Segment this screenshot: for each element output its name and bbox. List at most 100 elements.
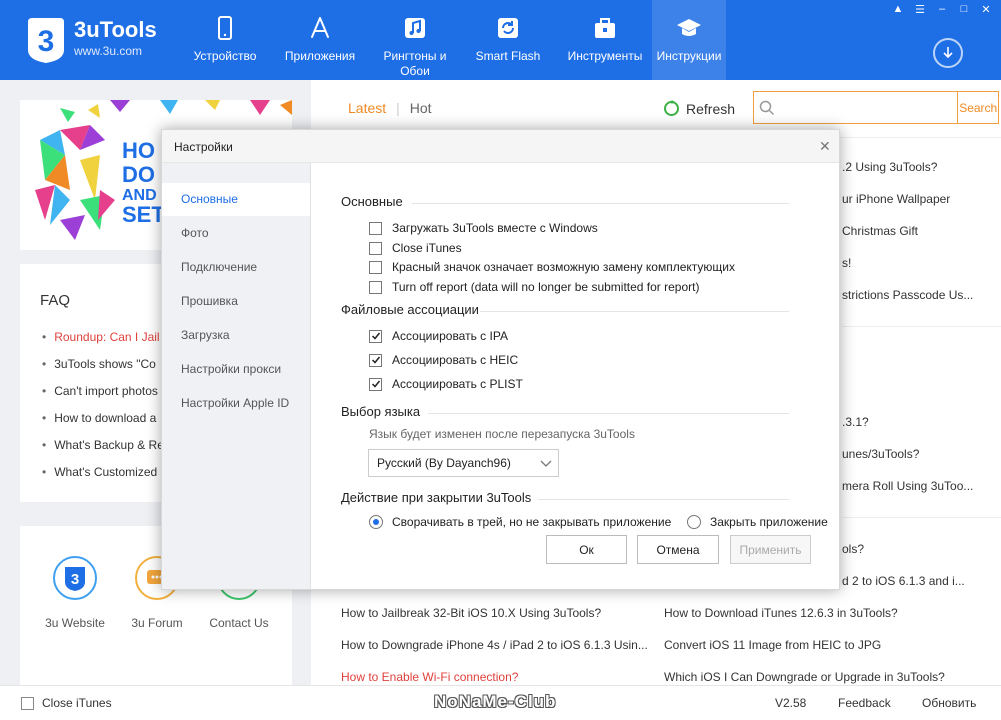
sidebar-item-download[interactable]: Загрузка bbox=[162, 319, 310, 352]
radio-label: Закрыть приложение bbox=[710, 515, 828, 529]
shirt-icon[interactable]: ▲ bbox=[889, 2, 907, 16]
section-close-title: Действие при закрытии 3uTools bbox=[341, 490, 532, 505]
nav-tools[interactable]: Инструменты bbox=[558, 0, 652, 80]
search-button[interactable]: Search bbox=[957, 92, 998, 123]
article-link[interactable]: mera Roll Using 3uToo... bbox=[842, 479, 973, 493]
download-manager-button[interactable] bbox=[933, 38, 963, 68]
ok-button[interactable]: Ок bbox=[546, 535, 627, 564]
refresh-button[interactable]: Refresh bbox=[663, 100, 735, 117]
radio-selected[interactable] bbox=[369, 515, 383, 529]
article-link[interactable]: How to Download iTunes 12.6.3 in 3uTools… bbox=[664, 606, 898, 620]
nav-label: Инструменты bbox=[567, 49, 643, 63]
tab-latest[interactable]: Latest bbox=[348, 100, 386, 116]
option-assoc-ipa[interactable]: Ассоциировать с IPA bbox=[369, 327, 508, 345]
article-link[interactable]: d 2 to iOS 6.1.3 and i... bbox=[842, 574, 965, 588]
graduation-cap-icon bbox=[677, 19, 701, 36]
checkbox-checked[interactable] bbox=[369, 353, 382, 367]
checkbox[interactable] bbox=[369, 241, 382, 255]
option-label: Close iTunes bbox=[392, 241, 462, 255]
website-link[interactable]: 3 3u Website bbox=[35, 556, 115, 630]
dialog-close-icon[interactable]: ✕ bbox=[819, 138, 831, 155]
checkbox[interactable] bbox=[369, 280, 382, 294]
sidebar-item-apple-id[interactable]: Настройки Apple ID bbox=[162, 387, 310, 420]
article-link[interactable]: Convert iOS 11 Image from HEIC to JPG bbox=[664, 638, 881, 652]
chevron-down-icon bbox=[540, 460, 552, 467]
option-autostart[interactable]: Загружать 3uTools вместе с Windows bbox=[369, 219, 598, 237]
option-turn-off-report[interactable]: Turn off report (data will no longer be … bbox=[369, 278, 699, 296]
language-select[interactable]: Русский (By Dayanch96) bbox=[368, 449, 559, 477]
tab-hot[interactable]: Hot bbox=[410, 100, 432, 116]
article-link[interactable]: Christmas Gift bbox=[842, 224, 918, 238]
sidebar-item-proxy[interactable]: Настройки прокси bbox=[162, 353, 310, 386]
website-icon: 3 bbox=[53, 556, 97, 600]
article-link[interactable]: ols? bbox=[842, 542, 864, 556]
content-tabs: Latest | Hot bbox=[348, 100, 432, 116]
menu-icon[interactable]: ☰ bbox=[911, 2, 929, 16]
checkbox[interactable] bbox=[369, 260, 382, 274]
article-link[interactable]: How to Jailbreak 32-Bit iOS 10.X Using 3… bbox=[341, 606, 601, 620]
article-link[interactable]: s! bbox=[842, 256, 851, 270]
sidebar-item-photo[interactable]: Фото bbox=[162, 217, 310, 250]
sidebar-item-general[interactable]: Основные bbox=[162, 183, 310, 216]
nav-label: Рингтоны и Обои bbox=[383, 49, 447, 78]
search-icon bbox=[754, 92, 780, 123]
apply-button[interactable]: Применить bbox=[730, 535, 811, 564]
option-label: Красный значок означает возможную замену… bbox=[392, 260, 735, 274]
sidebar-item-connection[interactable]: Подключение bbox=[162, 251, 310, 284]
radio-close-app[interactable]: Закрыть приложение bbox=[687, 515, 828, 529]
radio-unselected[interactable] bbox=[687, 515, 701, 529]
nav-ringtones[interactable]: Рингтоны и Обои bbox=[372, 0, 458, 80]
article-link[interactable]: How to Downgrade iPhone 4s / iPad 2 to i… bbox=[341, 638, 648, 652]
phone-icon bbox=[218, 16, 232, 40]
close-itunes-checkbox[interactable] bbox=[21, 697, 34, 710]
language-select-value: Русский (By Dayanch96) bbox=[377, 456, 511, 470]
refresh-label: Refresh bbox=[686, 100, 736, 117]
section-divider bbox=[428, 413, 789, 414]
article-link[interactable]: unes/3uTools? bbox=[842, 447, 919, 461]
forum-label: 3u Forum bbox=[131, 616, 183, 630]
article-link[interactable]: How to Enable Wi-Fi connection? bbox=[341, 670, 518, 684]
faq-item[interactable]: How to download a bbox=[42, 411, 164, 438]
radio-minimize-to-tray[interactable]: Сворачивать в трей, но не закрывать прил… bbox=[369, 515, 671, 529]
nav-tutorials[interactable]: Инструкции bbox=[652, 0, 726, 80]
article-link[interactable]: .3.1? bbox=[842, 415, 869, 429]
article-link[interactable]: .2 Using 3uTools? bbox=[842, 160, 937, 174]
sidebar-item-firmware[interactable]: Прошивка bbox=[162, 285, 310, 318]
nav-apps[interactable]: Приложения bbox=[268, 0, 372, 80]
svg-text:3: 3 bbox=[71, 571, 79, 588]
svg-text:3: 3 bbox=[38, 25, 55, 58]
search-input[interactable] bbox=[780, 92, 958, 123]
faq-item[interactable]: What's Backup & Re bbox=[42, 438, 164, 465]
check-icon bbox=[371, 356, 380, 364]
faq-item[interactable]: What's Customized bbox=[42, 465, 164, 492]
cancel-button[interactable]: Отмена bbox=[637, 535, 719, 564]
option-close-itunes[interactable]: Close iTunes bbox=[369, 239, 462, 257]
checkbox-checked[interactable] bbox=[369, 377, 382, 391]
article-link[interactable]: Which iOS I Can Downgrade or Upgrade in … bbox=[664, 670, 945, 684]
update-link[interactable]: Обновить bbox=[922, 696, 976, 710]
option-label: Ассоциировать с HEIC bbox=[392, 353, 519, 367]
close-icon[interactable]: ✕ bbox=[977, 2, 995, 16]
toolbox-icon bbox=[595, 18, 615, 38]
nav-smart-flash[interactable]: Smart Flash bbox=[458, 0, 558, 80]
feedback-link[interactable]: Feedback bbox=[838, 696, 891, 710]
svg-text:HO: HO bbox=[122, 138, 155, 163]
minimize-icon[interactable]: – bbox=[933, 2, 951, 16]
option-assoc-heic[interactable]: Ассоциировать с HEIC bbox=[369, 351, 518, 369]
faq-item[interactable]: Can't import photos bbox=[42, 384, 164, 411]
section-divider bbox=[412, 203, 789, 204]
checkbox-checked[interactable] bbox=[369, 329, 382, 343]
article-link[interactable]: ur iPhone Wallpaper bbox=[842, 192, 950, 206]
option-red-badge[interactable]: Красный значок означает возможную замену… bbox=[369, 258, 735, 276]
checkbox[interactable] bbox=[369, 221, 382, 235]
option-assoc-plist[interactable]: Ассоциировать с PLIST bbox=[369, 375, 523, 393]
article-link[interactable]: strictions Passcode Us... bbox=[842, 288, 973, 302]
maximize-icon[interactable]: □ bbox=[955, 2, 973, 16]
section-divider bbox=[538, 499, 789, 500]
svg-text:SET: SET bbox=[122, 202, 165, 227]
check-icon bbox=[371, 332, 380, 340]
nav-device[interactable]: Устройство bbox=[182, 0, 268, 80]
faq-item[interactable]: Roundup: Can I Jail bbox=[42, 330, 164, 357]
faq-item[interactable]: 3uTools shows "Co bbox=[42, 357, 164, 384]
tab-separator: | bbox=[396, 100, 400, 116]
